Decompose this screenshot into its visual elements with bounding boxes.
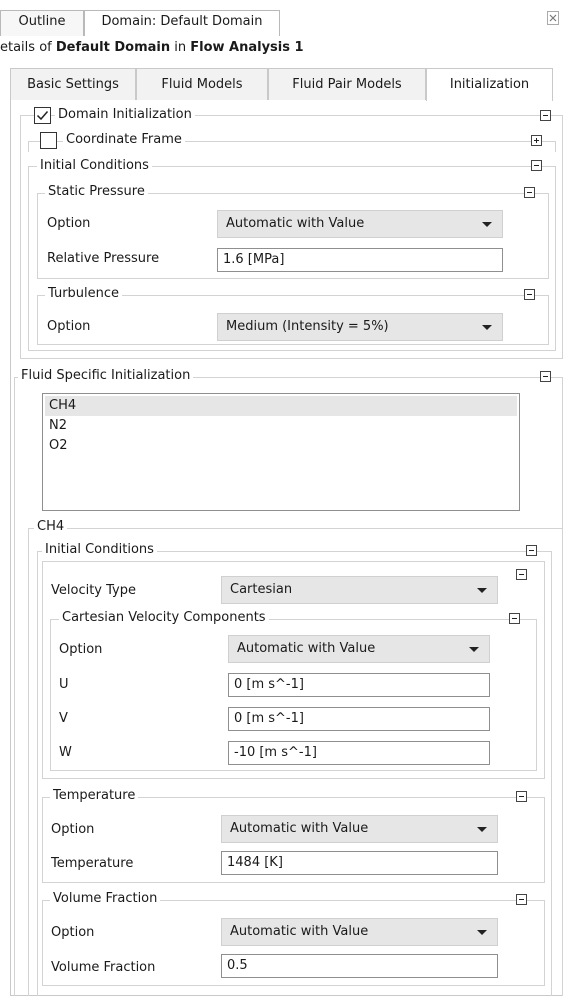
- static-pressure-option-select[interactable]: Automatic with Value: [217, 210, 503, 238]
- details-prefix: etails of: [0, 40, 56, 55]
- list-item-n2[interactable]: N2: [45, 416, 517, 436]
- close-icon[interactable]: [547, 11, 559, 25]
- velocity-type-label: Velocity Type: [51, 583, 136, 598]
- top-tab-bar: Outline Domain: Default Domain: [0, 0, 563, 36]
- v-label: V: [59, 711, 68, 726]
- ch4-initial-conditions-collapse-icon[interactable]: [526, 545, 537, 556]
- ch4-initial-conditions-title: Initial Conditions: [42, 542, 157, 557]
- chevron-down-icon: [482, 325, 492, 330]
- u-label: U: [59, 677, 69, 692]
- turbulence-option-value: Medium (Intensity = 5%): [226, 319, 389, 334]
- temperature-option-value: Automatic with Value: [230, 821, 369, 836]
- temperature-option-label: Option: [51, 822, 95, 837]
- tab-basic-settings[interactable]: Basic Settings: [10, 68, 136, 100]
- coord-frame-expand-icon[interactable]: [531, 135, 542, 146]
- details-heading: etails of Default Domain in Flow Analysi…: [0, 40, 304, 55]
- cartesian-velocity-title: Cartesian Velocity Components: [59, 610, 269, 625]
- static-pressure-title: Static Pressure: [45, 184, 148, 199]
- v-value: 0 [m s^-1]: [234, 711, 304, 726]
- tab-fluid-models-label: Fluid Models: [161, 77, 243, 92]
- coord-frame-checkbox[interactable]: [40, 132, 57, 149]
- tab-outline-label: Outline: [18, 14, 66, 29]
- temperature-title: Temperature: [50, 788, 139, 803]
- tab-basic-settings-label: Basic Settings: [27, 77, 119, 92]
- ch4-section-title: CH4: [34, 519, 68, 534]
- chevron-down-icon: [477, 827, 487, 832]
- initial-conditions-title: Initial Conditions: [37, 158, 152, 173]
- cartesian-option-value: Automatic with Value: [237, 641, 376, 656]
- cartesian-option-label: Option: [59, 642, 103, 657]
- volume-fraction-option-select[interactable]: Automatic with Value: [221, 918, 498, 946]
- tab-domain-label: Domain: Default Domain: [101, 14, 263, 29]
- domain-init-checkbox[interactable]: [34, 107, 51, 124]
- u-value: 0 [m s^-1]: [234, 677, 304, 692]
- fluid-list[interactable]: CH4 N2 O2: [42, 393, 520, 511]
- details-middle: in: [170, 40, 191, 55]
- turbulence-option-select[interactable]: Medium (Intensity = 5%): [217, 313, 503, 341]
- cartesian-option-select[interactable]: Automatic with Value: [228, 635, 490, 663]
- details-analysis: Flow Analysis 1: [190, 40, 304, 55]
- velocity-collapse-icon[interactable]: [516, 569, 527, 580]
- relative-pressure-value: 1.6 [MPa]: [223, 252, 285, 267]
- u-input[interactable]: 0 [m s^-1]: [228, 673, 490, 697]
- tab-initialization[interactable]: Initialization: [426, 68, 553, 101]
- relative-pressure-input[interactable]: 1.6 [MPa]: [217, 248, 503, 272]
- w-value: -10 [m s^-1]: [234, 745, 317, 760]
- tab-fluid-pair-models[interactable]: Fluid Pair Models: [268, 68, 426, 100]
- volume-fraction-input[interactable]: 0.5: [221, 954, 498, 978]
- turbulence-title: Turbulence: [45, 286, 123, 301]
- temperature-input[interactable]: 1484 [K]: [221, 851, 498, 875]
- initial-conditions-collapse-icon[interactable]: [531, 160, 542, 171]
- volume-fraction-option-value: Automatic with Value: [230, 924, 369, 939]
- tab-domain[interactable]: Domain: Default Domain: [84, 10, 280, 36]
- list-item-label: O2: [49, 438, 68, 453]
- tab-outline[interactable]: Outline: [0, 10, 84, 36]
- volume-fraction-collapse-icon[interactable]: [516, 894, 527, 905]
- temperature-option-select[interactable]: Automatic with Value: [221, 815, 498, 843]
- checkmark-icon: [36, 111, 49, 121]
- static-pressure-collapse-icon[interactable]: [524, 187, 535, 198]
- v-input[interactable]: 0 [m s^-1]: [228, 707, 490, 731]
- chevron-down-icon: [482, 222, 492, 227]
- w-label: W: [59, 745, 72, 760]
- list-item-o2[interactable]: O2: [45, 436, 517, 456]
- volume-fraction-option-label: Option: [51, 925, 95, 940]
- list-item-ch4[interactable]: CH4: [45, 396, 517, 416]
- tab-fluid-pair-models-label: Fluid Pair Models: [292, 77, 402, 92]
- tab-initialization-label: Initialization: [449, 77, 530, 92]
- temperature-value: 1484 [K]: [227, 855, 283, 870]
- details-object: Default Domain: [55, 40, 171, 55]
- velocity-type-value: Cartesian: [230, 582, 293, 597]
- volume-fraction-title: Volume Fraction: [50, 891, 161, 906]
- domain-init-collapse-icon[interactable]: [540, 110, 551, 121]
- sub-tab-bar: Basic Settings Fluid Models Fluid Pair M…: [10, 68, 553, 101]
- velocity-type-select[interactable]: Cartesian: [221, 576, 498, 604]
- temperature-label: Temperature: [51, 856, 134, 871]
- static-pressure-option-label: Option: [47, 216, 91, 231]
- list-item-label: CH4: [49, 398, 77, 413]
- w-input[interactable]: -10 [m s^-1]: [228, 741, 490, 765]
- turbulence-option-label: Option: [47, 319, 91, 334]
- fluid-specific-collapse-icon[interactable]: [540, 371, 551, 382]
- tab-fluid-models[interactable]: Fluid Models: [136, 68, 268, 100]
- list-item-label: N2: [49, 418, 67, 433]
- temperature-collapse-icon[interactable]: [516, 791, 527, 802]
- volume-fraction-value: 0.5: [227, 958, 248, 973]
- fluid-specific-title: Fluid Specific Initialization: [18, 368, 194, 383]
- cartesian-velocity-collapse-icon[interactable]: [509, 613, 520, 624]
- chevron-down-icon: [477, 588, 487, 593]
- domain-init-label: Domain Initialization: [55, 107, 195, 122]
- coord-frame-label: Coordinate Frame: [63, 132, 185, 147]
- volume-fraction-label: Volume Fraction: [51, 960, 156, 975]
- static-pressure-option-value: Automatic with Value: [226, 216, 365, 231]
- turbulence-collapse-icon[interactable]: [524, 289, 535, 300]
- chevron-down-icon: [477, 930, 487, 935]
- chevron-down-icon: [469, 647, 479, 652]
- relative-pressure-label: Relative Pressure: [47, 251, 160, 266]
